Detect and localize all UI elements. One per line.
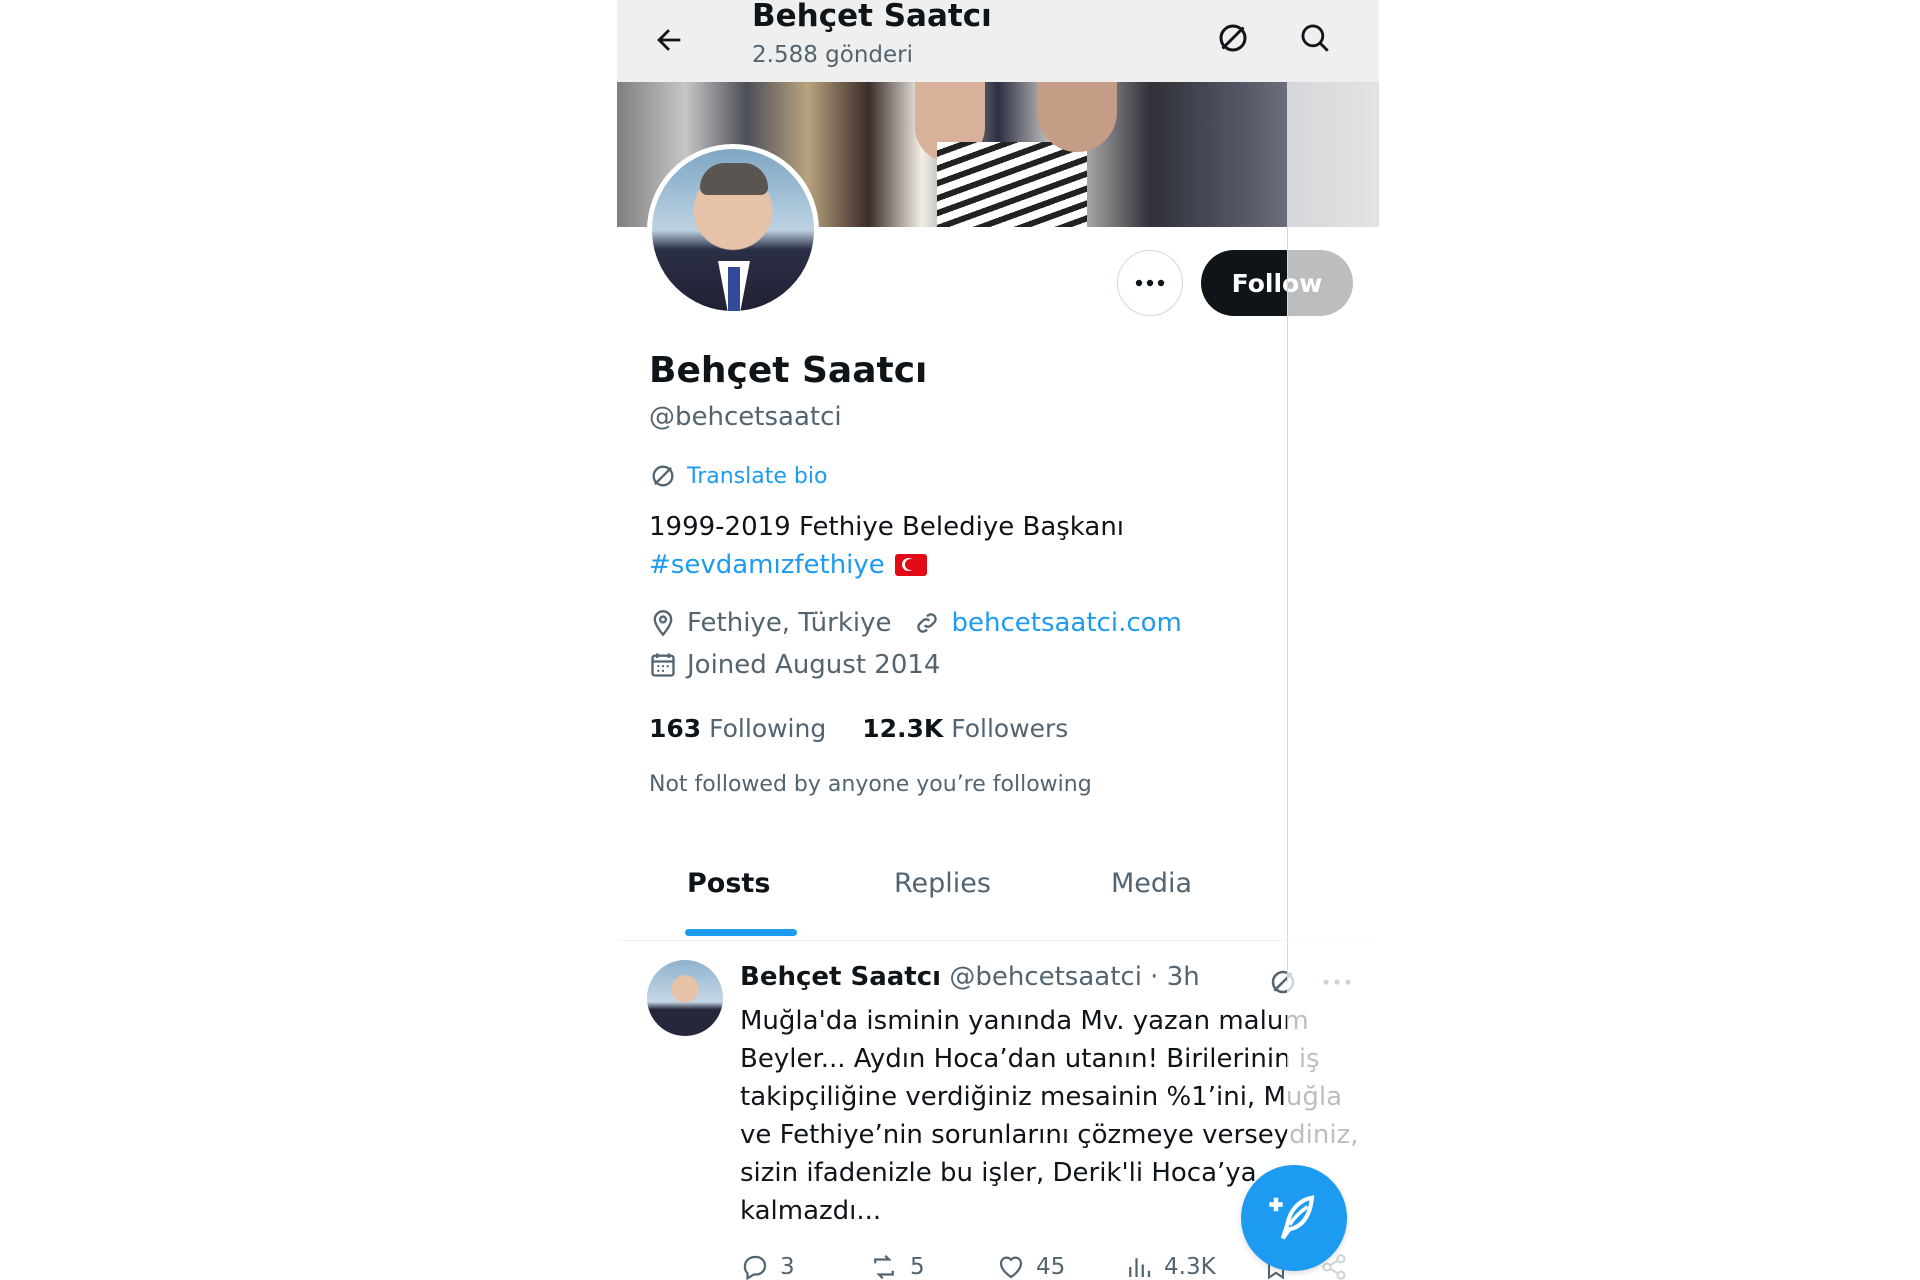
turkey-flag-icon	[894, 554, 927, 576]
profile-meta-row: Fethiye, Türkiye behcetsaatci.com	[649, 608, 1182, 638]
profile-handle: @behcetsaatci	[649, 402, 842, 432]
following-link[interactable]: 163 Following	[649, 714, 826, 743]
post-count: 2.588 gönderi	[752, 42, 913, 68]
reply-button[interactable]: 3	[740, 1252, 795, 1280]
tab-media[interactable]: Media	[1111, 868, 1192, 899]
tweet-text-line: takipçiliğine verdiğiniz mesainin %1’ini…	[740, 1082, 1343, 1112]
repost-count: 5	[910, 1254, 925, 1280]
followers-label: Followers	[951, 714, 1069, 743]
compose-button[interactable]	[1241, 1165, 1347, 1271]
profile-tabs: Posts Replies Media	[617, 850, 1379, 941]
tweet-author-name[interactable]: Behçet Saatcı	[740, 962, 941, 992]
profile-avatar[interactable]	[647, 144, 819, 316]
profile-joined-row: Joined August 2014	[649, 650, 940, 680]
translate-icon	[652, 465, 674, 487]
views-button[interactable]: 4.3K	[1124, 1252, 1216, 1280]
followers-count: 12.3K	[862, 714, 944, 743]
following-label: Following	[709, 714, 827, 743]
more-dots-icon	[1135, 279, 1165, 287]
profile-location: Fethiye, Türkiye	[687, 608, 892, 638]
avatar-hair	[700, 163, 768, 195]
profile-joined: Joined August 2014	[687, 650, 941, 680]
right-edge-divider	[1287, 82, 1288, 982]
compose-icon	[1269, 1195, 1315, 1240]
bio-hashtag[interactable]: #sevdamızfethiye	[649, 550, 885, 580]
following-count: 163	[649, 714, 702, 743]
repost-button[interactable]: 5	[868, 1252, 925, 1280]
not-followed-note: Not followed by anyone you’re following	[649, 772, 1092, 797]
followers-link[interactable]: 12.3K Followers	[862, 714, 1068, 743]
tweet-avatar[interactable]	[647, 960, 723, 1036]
translate-icon	[1219, 24, 1247, 52]
like-button[interactable]: 45	[996, 1252, 1065, 1280]
follow-counts: 163 Following 12.3K Followers	[649, 714, 1068, 743]
search-icon	[1301, 24, 1329, 52]
more-options-button[interactable]	[1117, 250, 1183, 316]
header-title: Behçet Saatcı	[752, 0, 992, 34]
translate-bio-label: Translate bio	[687, 463, 828, 489]
active-tab-indicator	[685, 929, 797, 936]
views-count: 4.3K	[1164, 1254, 1216, 1280]
top-bar: Behçet Saatcı 2.588 gönderi	[617, 0, 1379, 82]
location-pin-icon	[649, 609, 677, 637]
profile-website-link[interactable]: behcetsaatci.com	[951, 608, 1181, 638]
tweet-translate-button[interactable]	[1265, 964, 1301, 1000]
reply-count: 3	[780, 1254, 795, 1280]
heart-icon	[999, 1256, 1023, 1279]
translate-bio-link[interactable]: Translate bio	[649, 462, 827, 490]
repost-icon	[874, 1254, 894, 1280]
calendar-icon	[649, 651, 677, 679]
profile-name: Behçet Saatcı	[649, 350, 928, 391]
views-icon	[1129, 1258, 1151, 1277]
tweet-text-line: Muğla'da isminin yanında Mv. yazan malum	[740, 1006, 1309, 1036]
tweet-text-line: ve Fethiye’nin sorunlarını çözmeye verse…	[740, 1120, 1359, 1150]
like-count: 45	[1036, 1254, 1066, 1280]
banner-figure	[1037, 82, 1117, 152]
bio-hashtag-line: #sevdamızfethiye	[649, 550, 927, 580]
translate-icon	[1271, 970, 1295, 994]
link-icon	[913, 609, 941, 637]
avatar-tie	[728, 267, 740, 311]
tab-posts[interactable]: Posts	[687, 868, 770, 899]
profile-screen: Behçet Saatcı 2.588 gönderi Follow Behçe…	[617, 0, 1379, 1280]
reply-icon	[743, 1255, 767, 1280]
tab-replies[interactable]: Replies	[894, 868, 991, 899]
more-dots-icon	[1323, 979, 1351, 985]
tweet-author-meta: @behcetsaatci · 3h	[949, 962, 1200, 992]
arrow-left-icon	[657, 29, 681, 51]
banner-figure	[937, 142, 1087, 227]
tweet-text-line: Beyler... Aydın Hoca’dan utanın! Biriler…	[740, 1044, 1320, 1074]
translate-button[interactable]	[1207, 12, 1259, 64]
follow-button[interactable]: Follow	[1201, 250, 1353, 316]
bio-text: 1999-2019 Fethiye Belediye Başkanı	[649, 512, 1125, 542]
back-button[interactable]	[645, 16, 693, 64]
search-button[interactable]	[1289, 12, 1341, 64]
tweet-more-button[interactable]	[1317, 964, 1357, 1000]
tweet-header: Behçet Saatcı @behcetsaatci · 3h	[740, 962, 1200, 992]
